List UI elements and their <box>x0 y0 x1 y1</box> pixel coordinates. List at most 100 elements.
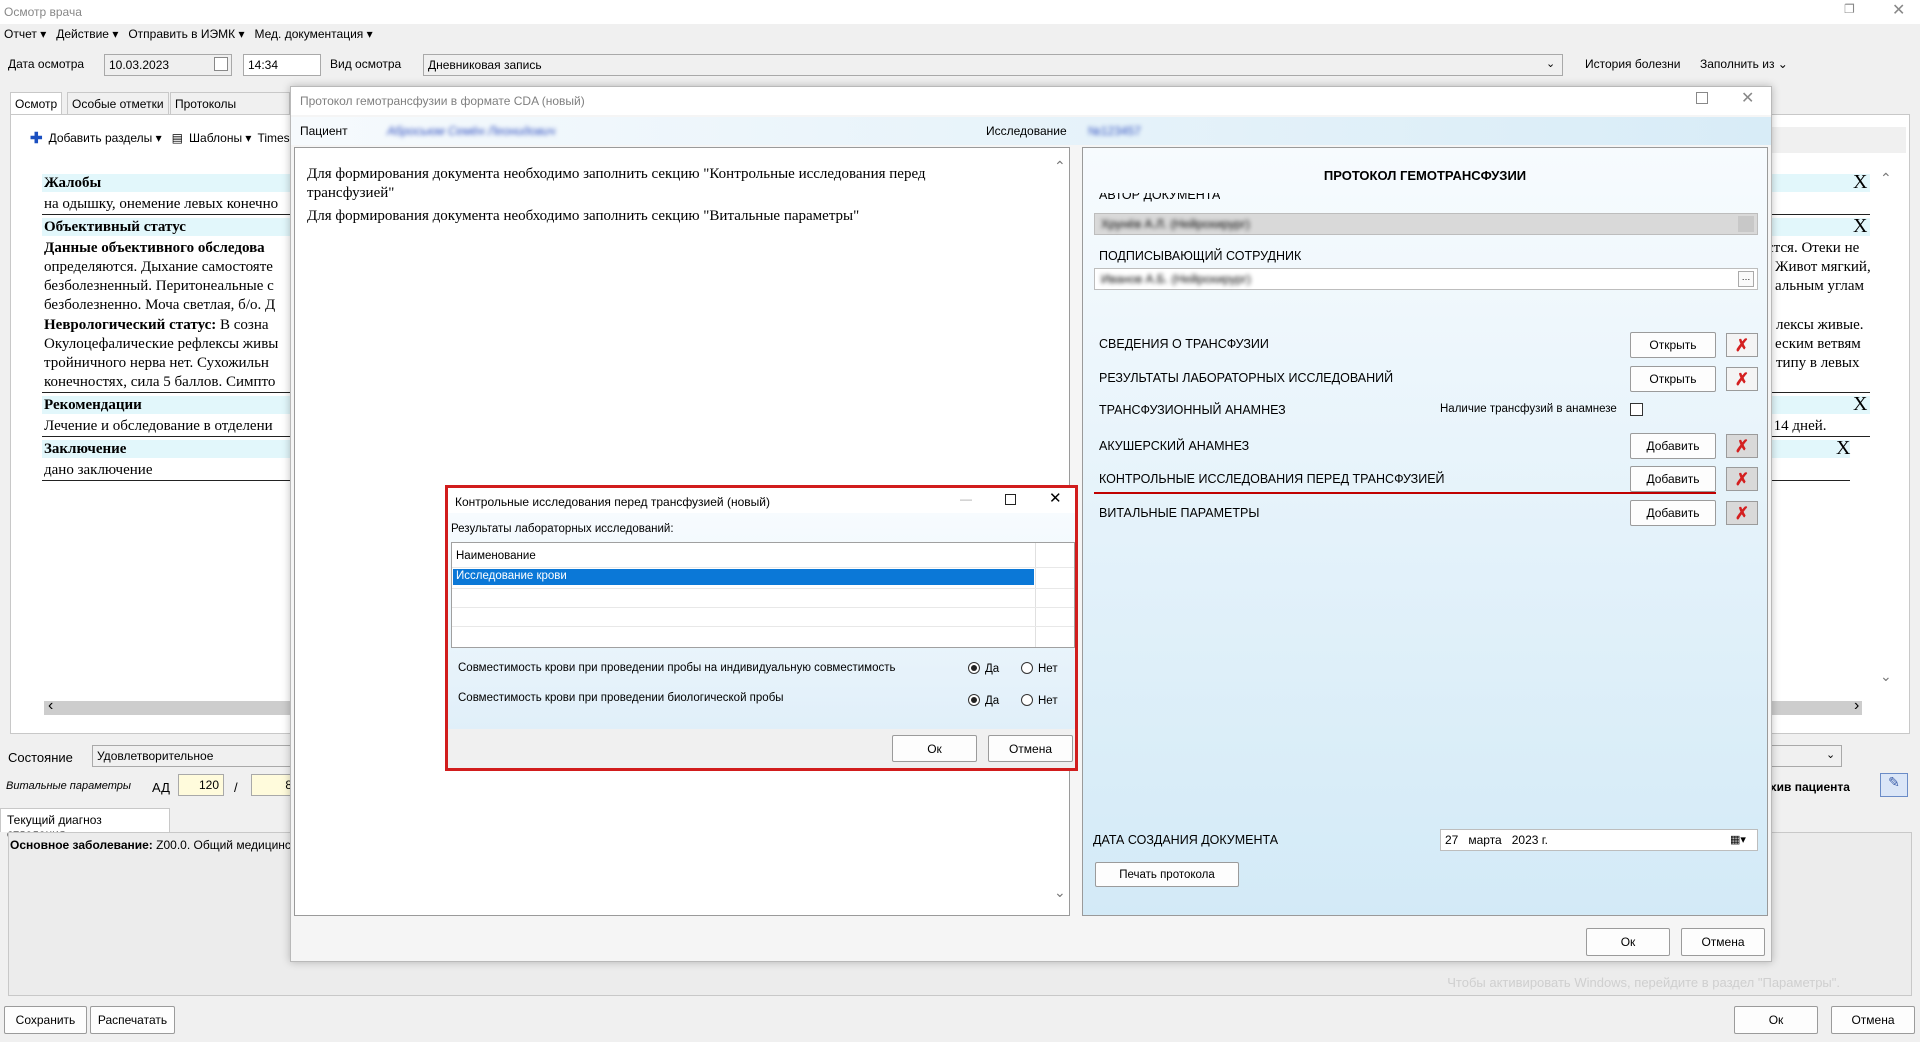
exam-type-label: Вид осмотра <box>330 57 402 71</box>
templates-button[interactable]: Шаблоны ▾ <box>189 131 251 145</box>
lab-results-table <box>451 542 1075 648</box>
neuro-line-0: Неврологический статус: В созна <box>44 317 269 333</box>
remove-conclusion-icon[interactable]: X <box>1836 438 1850 458</box>
control-studies-add-button[interactable]: Добавить <box>1630 466 1716 492</box>
form-title: ПРОТОКОЛ ГЕМОТРАНСФУЗИИ <box>1323 168 1527 183</box>
exam-date-input[interactable]: 10.03.2023 <box>104 54 232 76</box>
state-label: Состояние <box>8 750 73 765</box>
tab-exam[interactable]: Осмотр <box>10 92 63 116</box>
remove-recommend-icon[interactable]: X <box>1853 394 1867 414</box>
vitals-delete-button[interactable]: ✗ <box>1726 501 1758 525</box>
chevron-down-icon[interactable]: ⌄ <box>1546 57 1555 70</box>
signer-picker-icon[interactable]: … <box>1738 271 1754 287</box>
objective-title: Объективный статус <box>44 219 186 235</box>
menu-send-iemk[interactable]: Отправить в ИЭМК ▾ <box>128 27 244 41</box>
menu-action[interactable]: Действие ▾ <box>56 27 118 41</box>
section-label-transfusion-anamnesis: ТРАНСФУЗИОННЫЙ АНАМНЕЗ <box>1099 403 1286 417</box>
transfusion-info-delete-button[interactable]: ✗ <box>1726 333 1758 357</box>
lab-results-delete-button[interactable]: ✗ <box>1726 367 1758 391</box>
cda-cancel-button[interactable]: Отмена <box>1681 928 1765 956</box>
dialog-title: Контрольные исследования перед трансфузи… <box>455 495 770 509</box>
cda-ok-button[interactable]: Ок <box>1586 928 1670 956</box>
calendar-icon[interactable] <box>214 57 228 71</box>
scroll-left-icon[interactable]: ‹ <box>48 697 53 715</box>
cda-maximize-icon[interactable] <box>1696 92 1708 104</box>
tab-special-notes[interactable]: Особые отметки <box>67 92 169 114</box>
compat-bio-label: Совместимость крови при проведении биоло… <box>458 692 784 704</box>
add-icon: ✚ <box>30 130 43 147</box>
right-text-2: Живот мягкий, <box>1775 259 1871 275</box>
obstetric-delete-button[interactable]: ✗ <box>1726 434 1758 458</box>
signer-field[interactable]: Иванов А.Б. (Нейрохирург) <box>1094 268 1758 290</box>
dialog-footer <box>448 729 1075 768</box>
menu-report[interactable]: Отчет ▾ <box>4 27 46 41</box>
creation-date-input[interactable]: 27 марта 2023 г. <box>1440 829 1758 851</box>
archive-button[interactable]: хив пациента <box>1770 780 1850 794</box>
anamnesis-checkbox[interactable] <box>1630 403 1643 416</box>
dialog-maximize-icon[interactable] <box>1005 494 1016 505</box>
recommend-title: Рекомендации <box>44 397 142 413</box>
chart-book-icon[interactable]: ✎ <box>1880 773 1908 797</box>
bp-label: АД <box>152 780 170 795</box>
vital-label: Витальные параметры <box>6 780 131 792</box>
table-col-divider <box>1035 543 1036 647</box>
fill-from-button[interactable]: Заполнить из ⌄ <box>1700 57 1788 71</box>
section-label-vitals: ВИТАЛЬНЫЕ ПАРАМЕТРЫ <box>1099 506 1260 520</box>
messages-scroll-down[interactable]: ⌄ <box>1054 884 1066 901</box>
dialog-cancel-button[interactable]: Отмена <box>988 735 1073 762</box>
print-button[interactable]: Распечатать <box>90 1006 175 1034</box>
editor-scrollbar-up[interactable]: ⌃ <box>1880 170 1892 187</box>
signer-label: ПОДПИСЫВАЮЩИЙ СОТРУДНИК <box>1099 249 1302 263</box>
cda-close-icon[interactable]: ✕ <box>1741 88 1754 108</box>
compat-individual-no[interactable]: Нет <box>1021 662 1058 675</box>
author-picker-icon[interactable] <box>1738 216 1754 232</box>
templates-icon: ▤ <box>171 131 184 145</box>
diagnosis-tab[interactable]: Текущий диагноз отделения <box>0 808 170 841</box>
main-cancel-button[interactable]: Отмена <box>1831 1006 1915 1034</box>
control-studies-delete-button[interactable]: ✗ <box>1726 467 1758 491</box>
obstetric-add-button[interactable]: Добавить <box>1630 433 1716 459</box>
history-button[interactable]: История болезни <box>1585 57 1680 71</box>
neuro-line-2: тройничного нерва нет. Сухожильн <box>44 355 269 371</box>
compat-individual-yes[interactable]: Да <box>968 662 999 675</box>
restore-icon[interactable]: ❐ <box>1844 2 1856 16</box>
main-ok-button[interactable]: Ок <box>1734 1006 1818 1034</box>
diagnosis-line: Основное заболевание: Z00.0. Общий медиц… <box>10 838 297 852</box>
compat-bio-yes[interactable]: Да <box>968 694 999 707</box>
transfusion-info-open-button[interactable]: Открыть <box>1630 332 1716 358</box>
table-row-selected[interactable]: Исследование крови <box>453 569 1034 585</box>
scroll-right-icon[interactable]: › <box>1854 697 1859 715</box>
study-value: №123457 <box>1088 124 1141 138</box>
close-icon[interactable]: ✕ <box>1892 0 1905 20</box>
complaints-title: Жалобы <box>44 175 102 191</box>
compat-bio-no[interactable]: Нет <box>1021 694 1058 707</box>
print-protocol-button[interactable]: Печать протокола <box>1095 862 1239 887</box>
delete-icon: ✗ <box>1734 369 1750 389</box>
bp-systolic-input[interactable]: 120 <box>178 774 224 796</box>
exam-type-select[interactable]: Дневниковая запись <box>423 54 1563 76</box>
objective-line-2: безболезненный. Перитонеальные с <box>44 278 274 294</box>
messages-scroll-up[interactable]: ⌃ <box>1054 158 1066 175</box>
tab-consult-protocols[interactable]: Протоколы консульт <box>170 92 290 114</box>
lab-results-open-button[interactable]: Открыть <box>1630 366 1716 392</box>
patient-label: Пациент <box>300 124 348 138</box>
exam-time-input[interactable]: 14:34 <box>243 54 321 76</box>
remove-complaints-icon[interactable]: X <box>1853 172 1867 192</box>
lab-results-col-header: Наименование <box>456 550 536 562</box>
vitals-add-button[interactable]: Добавить <box>1630 500 1716 526</box>
menu-med-docs[interactable]: Мед. документация ▾ <box>254 27 372 41</box>
dialog-ok-button[interactable]: Ок <box>892 735 977 762</box>
conclusion-title: Заключение <box>44 441 127 457</box>
date-calendar-icon[interactable]: ▦▾ <box>1730 833 1746 846</box>
save-button[interactable]: Сохранить <box>4 1006 87 1034</box>
radio-selected-icon <box>968 694 980 706</box>
editor-scrollbar-down[interactable]: ⌄ <box>1880 668 1892 685</box>
state-chevron-down-icon[interactable]: ⌄ <box>1826 748 1835 761</box>
font-select[interactable]: Times <box>257 131 289 145</box>
exam-date-label: Дата осмотра <box>8 57 85 71</box>
dialog-close-icon[interactable]: ✕ <box>1049 489 1062 507</box>
add-sections-button[interactable]: Добавить разделы ▾ <box>49 131 162 145</box>
remove-objective-icon[interactable]: X <box>1853 216 1867 236</box>
patient-value: Абросьюм Семён Леонидович <box>387 124 556 138</box>
dialog-minimize-icon[interactable]: — <box>960 492 972 506</box>
